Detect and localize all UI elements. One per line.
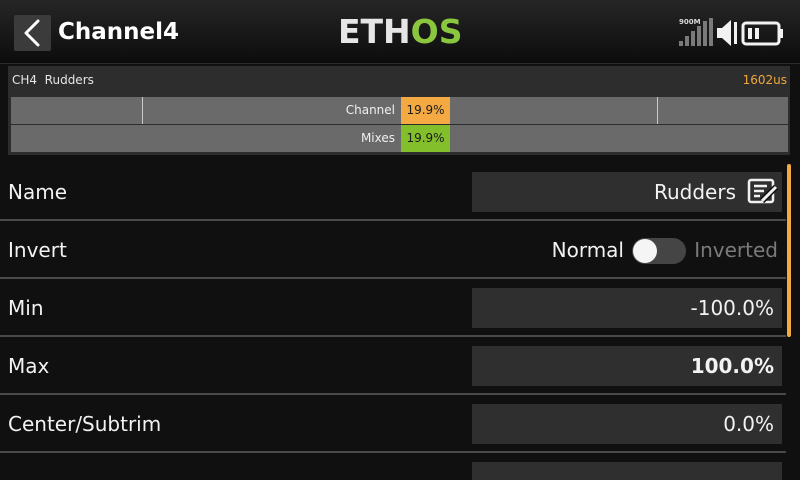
name-row: Name Rudders [0, 164, 786, 221]
name-label: Name [8, 180, 68, 204]
max-row: Max 100.0% [0, 338, 786, 395]
center-subtrim-value: 0.0% [723, 412, 774, 436]
back-arrow-icon [24, 19, 40, 47]
invert-option-inverted: Inverted [694, 238, 778, 262]
bar-tick [657, 97, 658, 124]
center-subtrim-row: Center/Subtrim 0.0% [0, 396, 786, 453]
monitor-output-value: 1602us [742, 73, 787, 87]
min-row: Min -100.0% [0, 280, 786, 337]
center-subtrim-field[interactable]: 0.0% [472, 404, 782, 444]
min-label: Min [8, 296, 44, 320]
page-title: Channel4 [58, 19, 180, 45]
status-graphics [679, 18, 783, 46]
name-field[interactable]: Rudders [472, 172, 782, 212]
back-button[interactable] [14, 15, 51, 51]
mixes-bar-label: Mixes [360, 131, 395, 145]
channel-bar-label: Channel [345, 103, 395, 117]
channel-monitor: CH4 Rudders 1602us Channel 19.9% Mixes 1… [8, 66, 790, 155]
invert-toggle[interactable] [632, 238, 686, 264]
invert-option-normal: Normal [551, 238, 624, 262]
bar-tick [142, 97, 143, 124]
edit-icon[interactable] [747, 178, 779, 206]
invert-label: Invert [8, 238, 67, 262]
channel-bar-fill: 19.9% [401, 97, 450, 124]
next-row-field[interactable] [472, 462, 782, 480]
status-icons: 900M [676, 16, 786, 50]
channel-bar: Channel 19.9% [11, 97, 788, 124]
invert-row: Invert Normal Inverted [0, 222, 786, 279]
max-field[interactable]: 100.0% [472, 346, 782, 386]
mixes-bar-fill: 19.9% [401, 125, 450, 152]
min-field[interactable]: -100.0% [472, 288, 782, 328]
top-bar: Channel4 ETHOS 900M [0, 0, 800, 64]
min-value: -100.0% [690, 296, 774, 320]
max-label: Max [8, 354, 50, 378]
max-value: 100.0% [690, 354, 774, 378]
mixes-bar: Mixes 19.9% [11, 125, 788, 152]
scrollbar[interactable] [787, 164, 791, 337]
toggle-knob [633, 239, 657, 263]
speaker-icon [717, 20, 737, 46]
name-value: Rudders [653, 180, 736, 204]
signal-bars-icon [679, 18, 713, 46]
center-subtrim-label: Center/Subtrim [8, 412, 162, 436]
monitor-title: CH4 Rudders [12, 73, 94, 87]
ethos-logo: ETHOS [338, 12, 463, 51]
battery-icon [741, 21, 783, 46]
